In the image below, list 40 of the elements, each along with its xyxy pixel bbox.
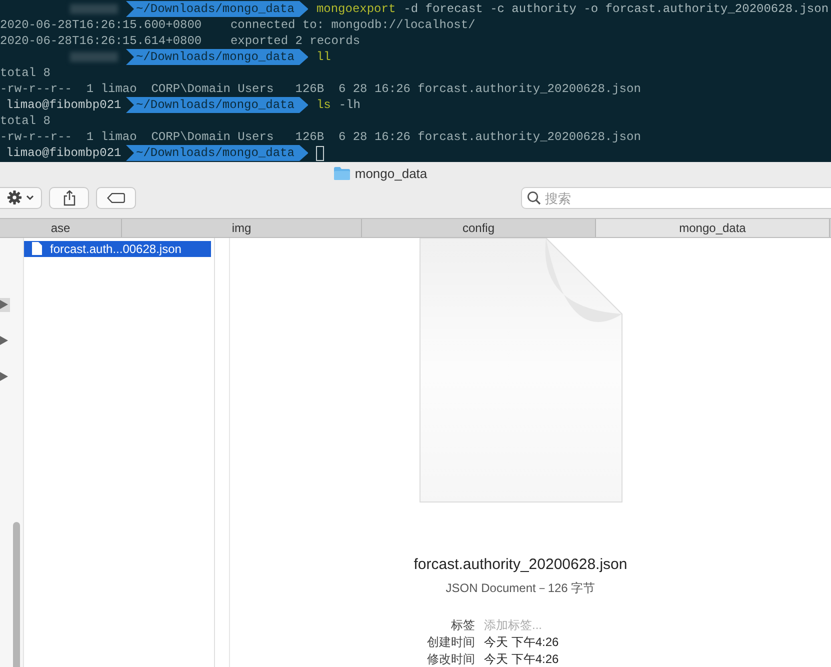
output-line: 2020-06-28T16:26:15.600+0800 connected to: mongodb://localhost/ <box>0 17 476 33</box>
info-value: 今天 下午4:26 <box>484 651 560 667</box>
share-icon <box>62 190 76 206</box>
expand-arrow-icon[interactable] <box>0 298 10 312</box>
scrollbar-thumb[interactable] <box>13 522 20 667</box>
search-field[interactable]: 搜索 <box>521 187 831 210</box>
tag-button[interactable] <box>96 186 136 209</box>
file-name: forcast.authority_20200628.json <box>414 554 628 574</box>
info-label: 标签 <box>450 617 475 633</box>
path-tab[interactable]: mongo_data <box>596 218 830 236</box>
output-line: -rw-r--r-- 1 limao CORP\Domain Users 126B 6 28 16:26 forcast.authority_20200628.json <box>0 81 641 97</box>
prompt-path: ~/Downloads/mongo_data <box>126 1 308 17</box>
command-args: -lh <box>338 97 360 113</box>
command-name: ll <box>316 49 331 65</box>
gear-icon <box>7 190 22 206</box>
share-button[interactable] <box>49 186 89 209</box>
prompt-path: ~/Downloads/mongo_data <box>126 97 308 113</box>
action-menu-button[interactable] <box>0 186 42 209</box>
info-value: 今天 下午4:26 <box>484 634 560 650</box>
document-icon <box>32 242 42 255</box>
info-label: 创建时间 <box>427 634 475 650</box>
window-title: mongo_data <box>354 165 428 184</box>
tag-icon <box>107 192 125 203</box>
output-line: total 8 <box>0 65 50 81</box>
info-label: 修改时间 <box>427 651 475 667</box>
folder-icon <box>334 167 350 180</box>
output-line: 2020-06-28T16:26:15.614+0800 exported 2 records <box>0 33 360 49</box>
file-kind: JSON Document－126 字节 <box>446 580 596 597</box>
expand-arrow-icon[interactable] <box>0 370 10 384</box>
command-name: mongoexport <box>316 1 396 17</box>
caret-icon <box>26 194 34 201</box>
expand-arrow-icon[interactable] <box>0 334 10 348</box>
tags-field[interactable]: 添加标签... <box>484 617 574 633</box>
output-line: total 8 <box>0 113 50 129</box>
command-name: ls <box>316 97 331 113</box>
file-row[interactable]: forcast.auth...00628.json <box>24 240 211 256</box>
prompt-path: ~/Downloads/mongo_data <box>126 49 308 65</box>
command-args: -d forecast -c authority -o forcast.authority_20200628.json <box>404 1 829 17</box>
output-line: -rw-r--r-- 1 limao CORP\Domain Users 126B 6 28 16:26 forcast.authority_20200628.json <box>0 129 641 145</box>
prompt-path: ~/Downloads/mongo_data <box>126 145 308 161</box>
